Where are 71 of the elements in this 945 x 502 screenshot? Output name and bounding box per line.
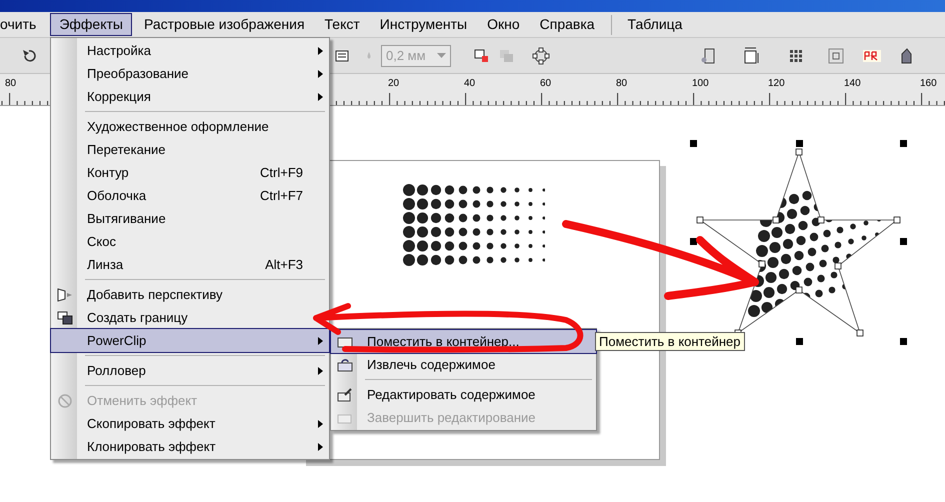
edit-contents-icon (337, 388, 353, 402)
menu-item-label: Отменить эффект (86, 392, 198, 410)
menu-item-label: Перетекание (86, 140, 166, 159)
container-icon (337, 334, 353, 348)
tooltip: Поместить в контейнер (595, 332, 744, 351)
menu-bar-item[interactable]: Окно (478, 13, 529, 36)
ruler-label: 80 (5, 79, 16, 89)
front-icon[interactable] (473, 46, 491, 64)
menu-item[interactable]: Перетекание (51, 138, 329, 161)
menu-item-label: Коррекция (86, 88, 151, 106)
ruler-label: 140 (844, 79, 861, 89)
menu-item-label: Преобразование (86, 64, 188, 83)
shortcut-label: Ctrl+F7 (260, 186, 304, 205)
menu-bar-item[interactable]: Эффекты (50, 13, 132, 36)
menu-item[interactable]: Настройка (51, 39, 329, 62)
menu-bar-item[interactable]: Текст (316, 13, 369, 36)
ruler-label: 20 (388, 79, 400, 89)
menu-item[interactable]: Извлечь содержимое (331, 353, 596, 376)
menu-item-label: Линза (86, 256, 124, 274)
menu-item-label: Художественное оформление (86, 118, 269, 136)
menu-item-label: Добавить перспективу (86, 286, 223, 304)
menu-item[interactable]: Создать границу (51, 306, 329, 329)
menu-bar-item[interactable]: Справка (530, 13, 604, 36)
ruler-label: 80 (616, 79, 628, 89)
menu-item-label: PowerClip (86, 332, 146, 350)
menu-item[interactable]: Преобразование (51, 62, 329, 85)
extract-icon (337, 358, 353, 372)
shortcut-label: Alt+F3 (265, 256, 304, 274)
menu-item[interactable]: Скопировать эффект (51, 412, 329, 435)
menu-item-label: Ролловер (86, 362, 146, 380)
menu-item[interactable]: Художественное оформление (51, 115, 329, 138)
menu-item[interactable]: Скос (51, 230, 329, 253)
dropdown-caret-icon (437, 53, 446, 58)
menu-item[interactable]: PowerClip (51, 329, 329, 352)
menu-item[interactable]: Клонировать эффект (51, 435, 329, 458)
menu-item[interactable]: Добавить перспективу (51, 283, 329, 306)
menu-item-label: Настройка (86, 42, 151, 60)
ruler-label: 160 (920, 79, 937, 89)
menu-bar-item[interactable]: Растровые изображения (134, 13, 314, 36)
shortcut-label: Ctrl+F9 (260, 164, 304, 182)
boundary-icon (57, 310, 73, 324)
menu-item-label: Контур (86, 164, 129, 182)
menu-item[interactable]: Контур Ctrl+F9 (51, 161, 329, 184)
ruler-label: 100 (692, 79, 709, 89)
clear-effect-icon (58, 394, 72, 408)
menu-item[interactable]: Ролловер (51, 359, 329, 382)
menu-item[interactable]: Линза Alt+F3 (51, 253, 329, 276)
perspective-icon (57, 288, 73, 302)
menu-item[interactable]: Вытягивание (51, 207, 329, 230)
menu-item-label: Редактировать содержимое (366, 386, 536, 404)
menu-item[interactable]: Редактировать содержимое (331, 383, 596, 406)
menu-item-label: Скос (86, 232, 116, 251)
menu-item-label: Извлечь содержимое (366, 356, 496, 374)
menu-bar-item[interactable]: Таблица (618, 13, 692, 36)
menu-item-label: Создать границу (86, 308, 188, 327)
menu-bar-item[interactable]: очить (0, 13, 48, 36)
ruler-label: 40 (464, 79, 476, 89)
menu-item-label: Оболочка (86, 186, 146, 205)
ruler-label: 60 (540, 79, 552, 89)
node-circle-icon[interactable] (532, 46, 550, 64)
menu-item[interactable]: Оболочка Ctrl+F7 (51, 184, 329, 207)
menu-item-label: Поместить в контейнер... (366, 332, 520, 351)
menu-item-label: Завершить редактирование (366, 408, 536, 427)
menu-bar-item[interactable]: Инструменты (370, 13, 476, 36)
page-size-icon[interactable] (743, 46, 761, 64)
ruler-label: 120 (768, 79, 785, 89)
menu-item-label: Скопировать эффект (86, 414, 216, 433)
menu-item[interactable]: Коррекция (51, 85, 329, 108)
frame-icon[interactable] (827, 46, 845, 64)
menu-item-label: Клонировать эффект (86, 438, 216, 456)
menu-item-label: Вытягивание (86, 210, 166, 228)
